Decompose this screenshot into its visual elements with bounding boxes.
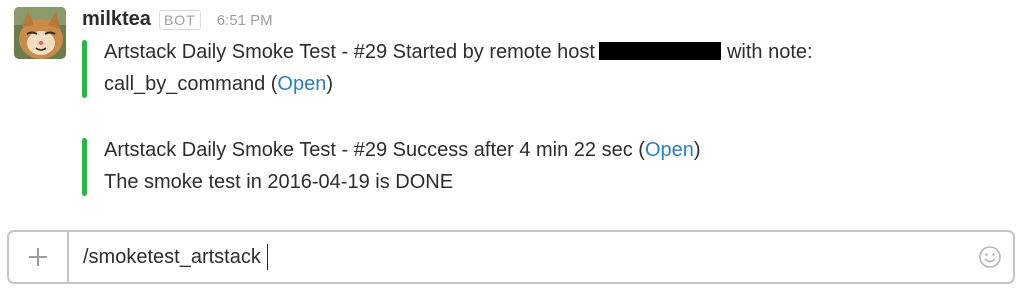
open-link[interactable]: Open	[645, 139, 694, 161]
message-header: milktea BOT 6:51 PM	[82, 8, 273, 36]
attachment-line: Artstack Daily Smoke Test - #29 Started …	[104, 36, 813, 68]
attachment-started: Artstack Daily Smoke Test - #29 Started …	[82, 36, 813, 100]
attachment-text: with note:	[726, 41, 813, 63]
attachment-line: The smoke test in 2016-04-19 is DONE	[104, 166, 701, 198]
attachment-text: )	[693, 139, 701, 161]
message-input-value: /smoketest_artstack	[83, 245, 261, 268]
redacted-block	[598, 41, 721, 60]
attachment-text: The smoke test in 2016-04-19 is DONE	[104, 171, 454, 193]
emoji-button[interactable]	[967, 232, 1013, 282]
text-caret	[266, 244, 269, 270]
attach-button[interactable]	[9, 232, 69, 282]
attachment-text: call_by_command (	[104, 73, 278, 95]
attachment-text: Artstack Daily Smoke Test - #29 Success …	[104, 139, 645, 161]
open-link[interactable]: Open	[277, 73, 326, 95]
sender-name[interactable]: milktea	[82, 8, 151, 31]
attachment-text: )	[326, 73, 334, 95]
attachment-success: Artstack Daily Smoke Test - #29 Success …	[82, 134, 701, 198]
cat-avatar-icon	[14, 7, 66, 59]
avatar[interactable]	[14, 7, 66, 59]
message-composer: /smoketest_artstack	[7, 230, 1015, 284]
attachment-line: Artstack Daily Smoke Test - #29 Success …	[104, 134, 701, 166]
smiley-icon	[979, 246, 1001, 268]
attachment-accent-bar	[82, 138, 87, 196]
plus-icon	[29, 248, 47, 266]
attachment-text: Artstack Daily Smoke Test - #29 Started …	[104, 41, 595, 63]
message-input[interactable]: /smoketest_artstack	[69, 232, 967, 282]
timestamp[interactable]: 6:51 PM	[217, 12, 273, 29]
attachment-accent-bar	[82, 40, 87, 98]
attachment-line: call_by_command (Open)	[104, 68, 813, 100]
bot-badge: BOT	[158, 10, 201, 30]
